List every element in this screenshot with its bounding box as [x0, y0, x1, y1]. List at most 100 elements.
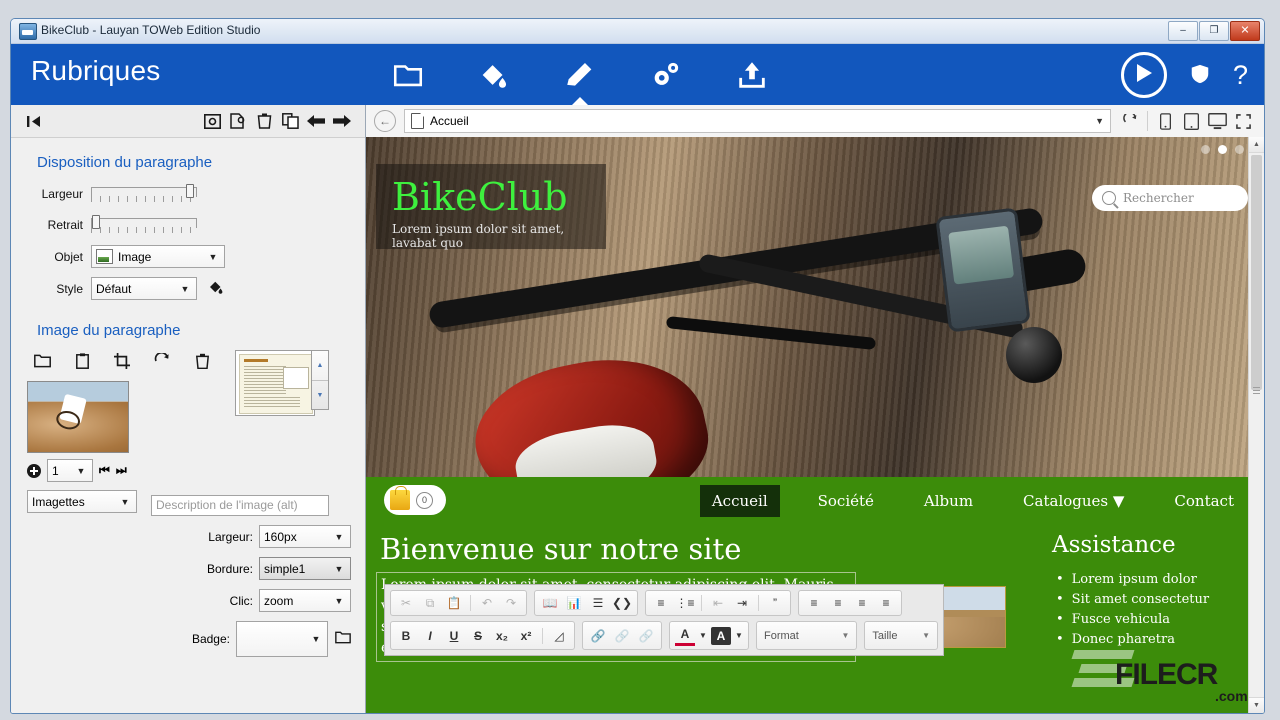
first-item-button[interactable] — [21, 109, 47, 133]
chevron-down-icon[interactable]: ▼ — [735, 627, 743, 645]
nav-item-catalogues[interactable]: Catalogues ▼ — [1011, 485, 1136, 517]
outdent-button[interactable]: ⇤ — [708, 594, 728, 612]
indent-slider[interactable] — [91, 214, 195, 236]
list-item[interactable]: Sit amet consectetur — [1056, 590, 1256, 610]
alt-text-input[interactable]: Description de l'image (alt) — [151, 495, 329, 516]
link-button[interactable]: 🔗 — [588, 627, 608, 645]
blockquote-button[interactable]: ” — [765, 594, 785, 612]
add-paragraph-button[interactable] — [199, 109, 225, 133]
format-select[interactable]: Format ▼ — [756, 621, 857, 650]
italic-button[interactable]: I — [420, 627, 440, 645]
cut-button[interactable]: ✂ — [396, 594, 416, 612]
crop-icon[interactable] — [111, 351, 133, 371]
slider-dot[interactable] — [1201, 145, 1210, 154]
page-break-button[interactable]: ☰ — [588, 594, 608, 612]
nav-item-accueil[interactable]: Accueil — [700, 485, 780, 517]
slider-dot-active[interactable] — [1218, 145, 1227, 154]
list-item[interactable]: Fusce vehicula — [1056, 610, 1256, 630]
slider-dot[interactable] — [1235, 145, 1244, 154]
indent-button[interactable]: ⇥ — [732, 594, 752, 612]
copy-button[interactable]: ⧉ — [420, 594, 440, 612]
close-button[interactable]: ✕ — [1230, 21, 1260, 41]
slider-knob[interactable] — [92, 215, 100, 229]
list-item[interactable]: Donec pharetra — [1056, 630, 1256, 650]
chevron-down-icon[interactable]: ▼ — [1095, 116, 1104, 126]
cart-widget[interactable]: 0 — [384, 485, 446, 515]
image-border-select[interactable]: simple1 ▼ — [259, 557, 351, 580]
help-icon[interactable]: ? — [1233, 62, 1248, 89]
folder-icon[interactable] — [391, 58, 425, 92]
background-color-button[interactable]: A — [711, 627, 731, 645]
bold-button[interactable]: B — [396, 627, 416, 645]
preview-scrollbar[interactable]: ▲ ▼ — [1248, 137, 1264, 713]
nav-item-contact[interactable]: Contact — [1162, 485, 1246, 517]
align-left-button[interactable]: ≡ — [804, 594, 824, 612]
underline-button[interactable]: U — [444, 627, 464, 645]
slider-knob[interactable] — [186, 184, 194, 198]
next-image-button[interactable]: ⏭ — [116, 463, 127, 478]
layout-spinner[interactable]: ▲ ▼ — [311, 350, 329, 410]
slider-dots[interactable] — [1201, 145, 1244, 154]
page-selector[interactable]: Accueil ▼ — [404, 109, 1111, 133]
refresh-icon[interactable] — [1117, 109, 1143, 133]
size-select[interactable]: Taille ▼ — [864, 621, 938, 650]
rotate-icon[interactable] — [151, 351, 173, 371]
gallery-mode-select[interactable]: Imagettes ▼ — [27, 490, 137, 513]
unlink-button[interactable]: 🔗 — [636, 627, 656, 645]
redo-button[interactable]: ↷ — [501, 594, 521, 612]
shield-icon[interactable] — [1189, 62, 1211, 89]
back-button[interactable]: ← — [374, 110, 396, 132]
strikethrough-button[interactable]: S — [468, 627, 488, 645]
subscript-button[interactable]: x₂ — [492, 627, 512, 645]
justify-button[interactable]: ≡ — [876, 594, 896, 612]
add-page-button[interactable] — [225, 109, 251, 133]
upload-icon[interactable] — [735, 58, 769, 92]
spinner-down-icon[interactable]: ▼ — [312, 381, 328, 410]
paint-bucket-icon[interactable] — [477, 58, 511, 92]
width-slider[interactable] — [91, 183, 195, 205]
align-center-button[interactable]: ≡ — [828, 594, 848, 612]
delete-button[interactable] — [251, 109, 277, 133]
align-right-button[interactable]: ≡ — [852, 594, 872, 612]
image-index-select[interactable]: 1 ▼ — [47, 459, 93, 482]
source-button[interactable]: ❮❯ — [612, 594, 632, 612]
pencil-icon[interactable] — [563, 58, 597, 92]
move-right-button[interactable] — [329, 109, 355, 133]
site-logo[interactable]: BikeClub Lorem ipsum dolor sit amet, lav… — [376, 164, 606, 249]
chevron-down-icon[interactable]: ▼ — [699, 627, 707, 645]
undo-button[interactable]: ↶ — [477, 594, 497, 612]
trash-icon[interactable] — [191, 351, 213, 371]
search-input[interactable]: Rechercher — [1123, 191, 1194, 205]
move-left-button[interactable] — [303, 109, 329, 133]
fullscreen-button[interactable] — [1230, 109, 1256, 133]
badge-folder-icon[interactable] — [335, 631, 351, 647]
nav-item-societe[interactable]: Société — [806, 485, 886, 517]
object-select[interactable]: Image ▼ — [91, 245, 225, 268]
scrollbar-thumb[interactable] — [1251, 155, 1262, 390]
remove-format-button[interactable]: ◿ — [549, 627, 569, 645]
image-badge-select[interactable]: ▼ — [236, 621, 328, 657]
duplicate-button[interactable] — [277, 109, 303, 133]
site-search-box[interactable]: Rechercher — [1092, 185, 1248, 211]
scroll-down-button[interactable]: ▼ — [1249, 697, 1264, 713]
scroll-up-button[interactable]: ▲ — [1249, 137, 1264, 153]
minimize-button[interactable]: – — [1168, 21, 1198, 41]
paste-button[interactable]: 📋 — [444, 594, 464, 612]
clipboard-icon[interactable] — [71, 351, 93, 371]
image-thumbnail[interactable] — [27, 381, 129, 453]
bullet-list-button[interactable]: ⋮≡ — [675, 594, 695, 612]
maximize-button[interactable]: ❐ — [1199, 21, 1229, 41]
superscript-button[interactable]: x² — [516, 627, 536, 645]
layout-preview[interactable] — [235, 350, 315, 416]
paint-bucket-icon[interactable] — [207, 278, 225, 299]
prev-image-button[interactable]: ⏮ — [99, 463, 110, 478]
list-item[interactable]: Lorem ipsum dolor — [1056, 570, 1256, 590]
image-click-select[interactable]: zoom ▼ — [259, 589, 351, 612]
tablet-preview-button[interactable] — [1178, 109, 1204, 133]
image-width-select[interactable]: 160px ▼ — [259, 525, 351, 548]
style-select[interactable]: Défaut ▼ — [91, 277, 197, 300]
play-icon[interactable] — [1121, 52, 1167, 98]
numbered-list-button[interactable]: ≡ — [651, 594, 671, 612]
nav-item-album[interactable]: Album — [912, 485, 985, 517]
desktop-preview-button[interactable] — [1204, 109, 1230, 133]
